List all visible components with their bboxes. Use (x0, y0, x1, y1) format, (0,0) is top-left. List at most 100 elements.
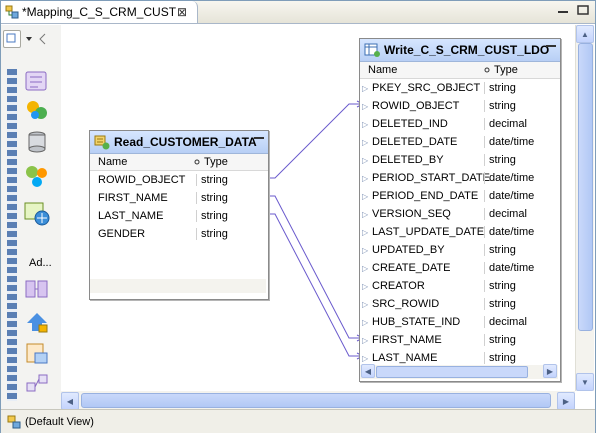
input-port-arrow-icon: ▷ (362, 281, 369, 291)
default-view-label[interactable]: (Default View) (25, 416, 94, 428)
source-transformation[interactable]: Read_CUSTOMER_DATA Name Type ROWID_OBJEC… (89, 130, 269, 300)
target-port-row[interactable]: ▷ SRC_ROWID string (360, 295, 560, 313)
target-port-row[interactable]: ▷ CREATE_DATE date/time (360, 259, 560, 277)
canvas-hscroll-thumb[interactable] (81, 393, 551, 408)
target-port-row[interactable]: ▷ CREATOR string (360, 277, 560, 295)
source-title: Read_CUSTOMER_DATA (114, 135, 257, 149)
minimize-transformation-icon[interactable] (546, 45, 556, 47)
target-port-name: SRC_ROWID (372, 298, 440, 310)
target-port-type: string (484, 298, 516, 310)
source-port-name: GENDER (98, 228, 146, 240)
target-hscroll-thumb[interactable] (376, 366, 528, 378)
source-port-name: ROWID_OBJECT (98, 174, 186, 186)
target-port-name: DELETED_BY (372, 154, 444, 166)
target-port-row[interactable]: ▷ PERIOD_START_DATE date/time (360, 169, 560, 187)
input-port-arrow-icon: ▷ (362, 263, 369, 273)
input-port-arrow-icon: ▷ (362, 209, 369, 219)
scroll-right-icon[interactable]: ▶ (543, 364, 557, 378)
canvas-vscroll-thumb[interactable] (578, 43, 593, 331)
canvas-hscrollbar[interactable]: ◀ ▶ (61, 391, 575, 410)
target-port-row[interactable]: ▷ FIRST_NAME string (360, 331, 560, 349)
source-port-row[interactable]: ROWID_OBJECT string (90, 171, 268, 189)
target-port-name: PERIOD_START_DATE (372, 172, 490, 184)
source-name-header: Name (98, 156, 128, 168)
target-port-name: CREATOR (372, 280, 425, 292)
minimize-transformation-icon[interactable] (254, 137, 264, 139)
target-port-row[interactable]: ▷ DELETED_DATE date/time (360, 133, 560, 151)
target-port-type: string (484, 100, 516, 112)
scroll-right-icon[interactable]: ▶ (557, 392, 575, 410)
source-port-row[interactable]: GENDER string (90, 225, 268, 243)
target-port-row[interactable]: ▷ PKEY_SRC_OBJECT string (360, 79, 560, 97)
target-port-row[interactable]: ▷ DELETED_IND decimal (360, 115, 560, 133)
port-link-line[interactable] (265, 213, 363, 357)
source-port-type: string (196, 192, 228, 204)
target-port-type: string (484, 334, 516, 346)
source-port-type: string (196, 210, 228, 222)
input-port-arrow-icon: ▷ (362, 137, 369, 147)
input-port-arrow-icon: ▷ (362, 317, 369, 327)
scroll-left-icon[interactable]: ◀ (61, 392, 79, 410)
source-type-header: Type (204, 156, 228, 168)
target-port-type: string (484, 244, 516, 256)
target-port-row[interactable]: ▷ UPDATED_BY string (360, 241, 560, 259)
target-port-row[interactable]: ▷ HUB_STATE_IND decimal (360, 313, 560, 331)
input-port-arrow-icon: ▷ (362, 227, 369, 237)
target-header[interactable]: Write_C_S_CRM_CUST_LDO (360, 39, 560, 62)
target-port-name: VERSION_SEQ (372, 208, 451, 220)
target-port-name: FIRST_NAME (372, 334, 442, 346)
target-hscrollbar[interactable]: ◀ ▶ (360, 364, 558, 379)
view-icon (7, 415, 21, 428)
status-bar: (Default View) (1, 409, 595, 433)
target-port-row[interactable]: ▷ PERIOD_END_DATE date/time (360, 187, 560, 205)
write-target-icon (364, 43, 380, 57)
scroll-left-icon[interactable]: ◀ (361, 364, 375, 378)
source-column-header: Name Type (90, 154, 268, 171)
input-port-arrow-icon: ▷ (362, 191, 369, 201)
source-header[interactable]: Read_CUSTOMER_DATA (90, 131, 268, 154)
input-port-arrow-icon: ▷ (362, 155, 369, 165)
input-port-arrow-icon: ▷ (362, 83, 369, 93)
target-port-row[interactable]: ▷ VERSION_SEQ decimal (360, 205, 560, 223)
target-port-type: decimal (484, 316, 527, 328)
target-port-type: string (484, 154, 516, 166)
target-port-name: PKEY_SRC_OBJECT (372, 82, 481, 94)
scroll-down-icon[interactable]: ▼ (576, 373, 594, 391)
mapping-editor-window: *Mapping_C_S_CRM_CUST ⊠ Ad... Read_CUSTO… (0, 0, 596, 433)
source-port-list: ROWID_OBJECT string FIRST_NAME string LAST_N… (90, 171, 268, 243)
target-port-type: date/time (484, 190, 534, 202)
target-port-type: date/time (484, 226, 534, 238)
canvas-vscrollbar[interactable]: ▲ ▼ (575, 25, 594, 391)
scroll-up-icon[interactable]: ▲ (576, 25, 594, 43)
source-port-type: string (196, 228, 228, 240)
target-column-header: Name Type (360, 62, 560, 79)
target-type-header: Type (494, 64, 518, 76)
port-link-line[interactable] (265, 103, 363, 179)
target-port-name: DELETED_DATE (372, 136, 458, 148)
target-port-name: HUB_STATE_IND (372, 316, 461, 328)
target-port-type: date/time (484, 172, 534, 184)
target-port-row[interactable]: ▷ ROWID_OBJECT string (360, 97, 560, 115)
target-port-row[interactable]: ▷ DELETED_BY string (360, 151, 560, 169)
target-title: Write_C_S_CRM_CUST_LDO (384, 43, 550, 57)
target-port-type: decimal (484, 208, 527, 220)
target-port-type: string (484, 82, 516, 94)
read-source-icon (94, 135, 110, 150)
target-port-name: ROWID_OBJECT (372, 100, 460, 112)
source-hscrollbar[interactable] (90, 279, 266, 293)
input-port-arrow-icon: ▷ (362, 101, 369, 111)
source-port-row[interactable]: LAST_NAME string (90, 207, 268, 225)
input-port-arrow-icon: ▷ (362, 173, 369, 183)
source-port-name: LAST_NAME (98, 210, 164, 222)
target-port-type: string (484, 280, 516, 292)
target-transformation[interactable]: Write_C_S_CRM_CUST_LDO Name Type ▷ PKEY_S… (359, 38, 561, 382)
target-port-type: decimal (484, 118, 527, 130)
source-port-type: string (196, 174, 228, 186)
input-port-arrow-icon: ▷ (362, 245, 369, 255)
input-port-arrow-icon: ▷ (362, 335, 369, 345)
source-port-name: FIRST_NAME (98, 192, 168, 204)
port-link-line[interactable] (265, 195, 363, 339)
source-port-row[interactable]: FIRST_NAME string (90, 189, 268, 207)
target-port-row[interactable]: ▷ LAST_UPDATE_DATE date/time (360, 223, 560, 241)
target-port-name: DELETED_IND (372, 118, 448, 130)
